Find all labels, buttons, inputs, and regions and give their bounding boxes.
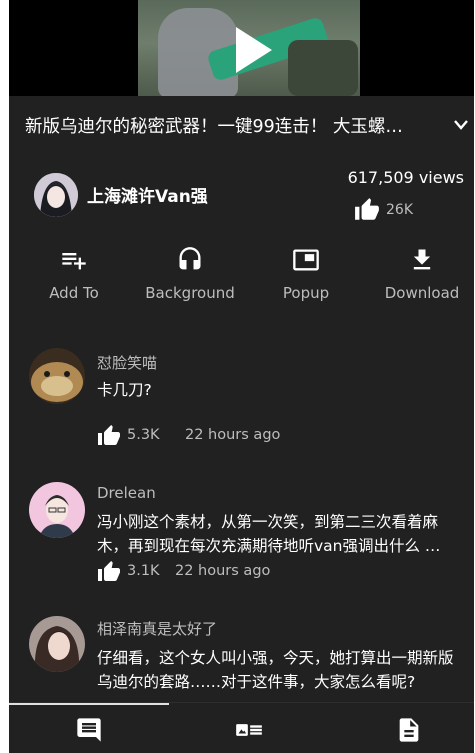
comment-author[interactable]: 怼脸笑喵 (97, 352, 157, 373)
thumbs-up-icon (355, 198, 379, 220)
play-icon[interactable] (234, 25, 274, 75)
uploader-avatar[interactable] (34, 173, 78, 217)
commenter-avatar[interactable] (29, 348, 85, 404)
comment-author[interactable]: Drelean (97, 484, 156, 502)
commenter-avatar[interactable] (29, 616, 85, 672)
selected-tab-indicator (9, 703, 169, 705)
video-player[interactable] (9, 0, 474, 96)
description-tab-icon[interactable] (394, 716, 424, 744)
commenter-avatar[interactable] (29, 482, 85, 538)
popup-label: Popup (282, 284, 330, 302)
video-title-row[interactable]: 新版乌迪尔的秘密武器！一键99连击！ 大玉螺… (9, 108, 474, 144)
comment-author[interactable]: 相泽南真是太好了 (97, 618, 217, 639)
comment-like-count: 3.1K (127, 563, 160, 579)
comment-text: 卡几刀? (97, 381, 152, 399)
bottom-navigation (9, 702, 474, 753)
comment-time: 22 hours ago (185, 427, 281, 443)
background-label: Background (145, 284, 235, 302)
download-label: Download (384, 284, 460, 302)
comments-tab-icon[interactable] (74, 716, 104, 744)
download-button[interactable]: Download (367, 246, 474, 306)
download-icon (413, 249, 431, 270)
likes-count: 26K (386, 202, 413, 218)
add-to-button[interactable]: Add To (19, 246, 129, 306)
comment-time: 22 hours ago (175, 563, 271, 579)
comment-text: 冯小刚这个素材，从第一次笑，到第二三次看着麻木，再到现在每次充满期待地听van强… (97, 513, 441, 555)
thumbs-up-icon (98, 561, 120, 581)
view-count: 617,509 views (347, 168, 464, 187)
popup-icon (293, 249, 319, 271)
popup-button[interactable]: Popup (251, 246, 361, 306)
app-screen: 新版乌迪尔的秘密武器！一键99连击！ 大玉螺… 上海滩许Van强 617,509… (9, 0, 474, 753)
headphones-icon (179, 247, 201, 270)
comment-text: 仔细看，这个女人叫小强，今天，她打算出一期新版乌迪尔的套路……对于这件事，大家怎… (97, 649, 454, 691)
comment-like-count: 5.3K (127, 427, 160, 443)
add-to-label: Add To (49, 284, 99, 302)
chevron-down-icon[interactable] (452, 118, 470, 132)
video-title: 新版乌迪尔的秘密武器！一键99连击！ 大玉螺… (25, 117, 403, 137)
playlist-add-icon (62, 253, 86, 270)
background-button[interactable]: Background (135, 246, 245, 306)
related-videos-tab-icon[interactable] (234, 716, 264, 744)
thumbs-up-icon (98, 425, 120, 445)
uploader-name[interactable]: 上海滩许Van强 (87, 182, 208, 207)
